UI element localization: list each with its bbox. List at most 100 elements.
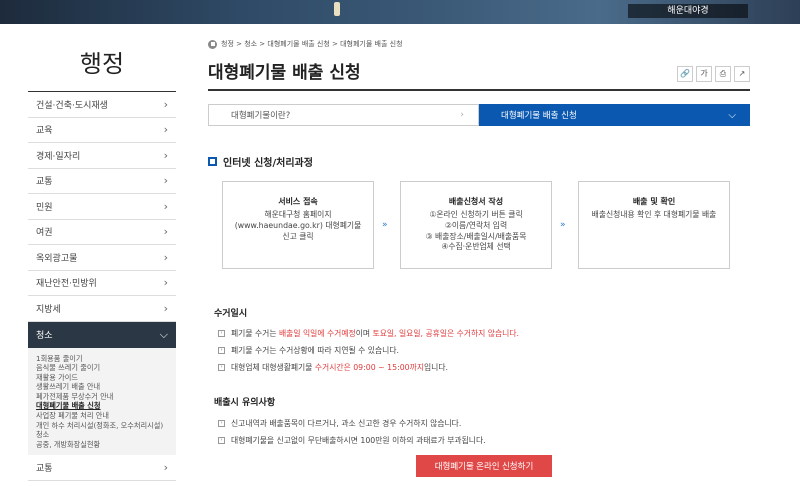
- sidebar-item-economy[interactable]: 경제·일자리 ›: [28, 143, 176, 169]
- sidebar-item-label: 경제·일자리: [36, 151, 81, 162]
- tab-bar: 대형폐기물이란? › 대형폐기물 배출 신청 ⌵: [208, 104, 750, 126]
- tab-label: 대형폐기물이란?: [231, 111, 291, 121]
- page-tools: 🔗 가 ⎙ ↗: [677, 66, 750, 82]
- bullet-icon: ›: [218, 364, 225, 371]
- sidebar-item-label: 건설·건축·도시재생: [36, 100, 108, 111]
- chevron-right-icon: ›: [163, 148, 168, 162]
- note-text-highlight: 토요일, 일요일, 공휴일은 수거하지 않습니다.: [372, 329, 519, 338]
- tab-bulky-waste-apply[interactable]: 대형폐기물 배출 신청 ⌵: [479, 104, 750, 126]
- sidebar-item-label: 교통: [36, 464, 53, 475]
- submenu-item[interactable]: 재활용 가이드: [36, 373, 168, 383]
- sidebar-item-label: 교통: [36, 177, 53, 188]
- step-desc: ①온라인 신청하기 버튼 클릭 ②이름/연락처 입력 ③ 배출장소/배출일시/배…: [425, 210, 527, 252]
- tab-what-is-bulky-waste[interactable]: 대형폐기물이란? ›: [208, 104, 479, 126]
- collection-note-1: › 폐기물 수거는 배출일 익일에 수거예정이며 토요일, 일요일, 공휴일은 …: [218, 328, 519, 339]
- collection-note-3: › 대형업체 대형생활폐기물 수거시간은 09:00 ~ 15:00까지입니다.: [218, 362, 448, 373]
- collection-heading: 수거일시: [214, 309, 248, 319]
- chevron-right-icon: ›: [460, 110, 464, 120]
- sidebar-item-civil[interactable]: 민원 ›: [28, 194, 176, 220]
- chevron-right-icon: ›: [163, 276, 168, 290]
- submenu-item[interactable]: 1회용품 줄이기: [36, 354, 168, 364]
- page-title: 대형폐기물 배출 신청: [208, 63, 361, 83]
- chevron-right-icon: ›: [163, 123, 168, 137]
- step-desc: 배출신청내용 확인 후 대형폐기물 배출: [591, 210, 717, 219]
- bullet-icon: ›: [218, 437, 225, 444]
- chevron-down-icon: ⌵: [159, 327, 168, 341]
- chevron-right-icon: ›: [163, 225, 168, 239]
- note-text: 대형폐기물을 신고없이 무단배출하시면 100만원 이하의 과태료가 부과됩니다…: [231, 436, 486, 445]
- note-text: 폐기물 수거는 수거상황에 따라 지연될 수 있습니다.: [231, 346, 399, 355]
- note-text-part: 입니다.: [424, 363, 448, 372]
- note-text-highlight: 수거시간은 09:00 ~ 15:00까지: [314, 363, 424, 372]
- notes-item-2: › 대형폐기물을 신고없이 무단배출하시면 100만원 이하의 과태료가 부과됩…: [218, 435, 486, 446]
- sidebar-item-outdoor-ads[interactable]: 옥외광고물 ›: [28, 245, 176, 271]
- sidebar: 행정 건설·건축·도시재생 › 교육 › 경제·일자리 › 교통 › 민원 › 여권 › 옥…: [28, 24, 176, 481]
- submenu-item[interactable]: 사업장 폐기물 처리 안내: [36, 411, 168, 421]
- breadcrumb: 청정 > 청소 > 대형폐기물 배출 신청 > 대형폐기물 배출 신청: [208, 39, 403, 49]
- sidebar-item-disaster[interactable]: 재난안전·민방위 ›: [28, 271, 176, 296]
- home-icon[interactable]: [208, 39, 217, 49]
- sidebar-item-label: 여권: [36, 228, 53, 239]
- double-chevron-icon: »: [560, 220, 566, 230]
- collection-note-2: › 폐기물 수거는 수거상황에 따라 지연될 수 있습니다.: [218, 345, 399, 356]
- sidebar-item-label: 교육: [36, 126, 53, 137]
- double-chevron-icon: »: [382, 220, 388, 230]
- note-text-part: 대형업체 대형생활폐기물: [231, 363, 315, 372]
- sidebar-item-traffic[interactable]: 교통 ›: [28, 169, 176, 194]
- square-bullet-icon: [208, 157, 217, 166]
- font-size-icon[interactable]: 가: [696, 66, 712, 82]
- sidebar-item-construction[interactable]: 건설·건축·도시재생 ›: [28, 92, 176, 118]
- title-divider: [208, 89, 750, 91]
- sidebar-title: 행정: [28, 24, 176, 92]
- chevron-right-icon: ›: [163, 97, 168, 111]
- share-icon[interactable]: ↗: [734, 66, 750, 82]
- sidebar-item-next[interactable]: 교통 ›: [28, 455, 176, 481]
- note-text: 대형업체 대형생활폐기물 수거시간은 09:00 ~ 15:00까지입니다.: [231, 362, 448, 373]
- step-title: 배출 및 확인: [632, 197, 676, 206]
- step-desc: 해운대구청 홈페이지 (www.haeundae.go.kr) 대형폐기물 신고…: [234, 210, 362, 241]
- sidebar-item-education[interactable]: 교육 ›: [28, 118, 176, 143]
- submenu-item[interactable]: 개인 하수 처리시설(정화조, 오수처리시설) 청소: [36, 421, 168, 440]
- chevron-right-icon: ›: [163, 250, 168, 264]
- sidebar-item-label: 청소: [36, 331, 53, 341]
- banner-lighthouse: [334, 2, 340, 16]
- note-text: 신고내역과 배출품목이 다르거나, 과소 신고한 경우 수거하지 않습니다.: [231, 419, 462, 428]
- sidebar-item-local-tax[interactable]: 지방세 ›: [28, 296, 176, 322]
- notes-heading: 배출시 유의사항: [214, 398, 276, 408]
- chevron-right-icon: ›: [163, 461, 168, 475]
- breadcrumb-text: 청정 > 청소 > 대형폐기물 배출 신청 > 대형폐기물 배출 신청: [221, 40, 403, 48]
- submenu-item[interactable]: 폐가전제품 무상수거 안내: [36, 392, 168, 402]
- submenu-item[interactable]: 생활쓰레기 배출 안내: [36, 382, 168, 392]
- bullet-icon: ›: [218, 347, 225, 354]
- sidebar-item-label: 지방세: [36, 304, 61, 315]
- chevron-right-icon: ›: [163, 174, 168, 188]
- sidebar-item-cleaning[interactable]: 청소 ⌵: [28, 321, 176, 348]
- tab-label: 대형폐기물 배출 신청: [501, 111, 577, 121]
- print-icon[interactable]: ⎙: [715, 66, 731, 82]
- process-step-3: 배출 및 확인 배출신청내용 확인 후 대형폐기물 배출: [578, 181, 730, 269]
- top-banner: 해운대야경: [0, 0, 800, 24]
- submenu-item[interactable]: 공중, 개방화장실현황: [36, 440, 168, 450]
- section-title-text: 인터넷 신청/처리과정: [223, 158, 313, 169]
- note-text-highlight: 배출일 익일에 수거예정: [279, 329, 356, 338]
- section-title: 인터넷 신청/처리과정: [208, 154, 313, 169]
- sidebar-item-label: 옥외광고물: [36, 253, 78, 264]
- note-text-part: 이며: [355, 329, 373, 338]
- sidebar-item-label: 재난안전·민방위: [36, 279, 97, 290]
- sidebar-submenu: 1회용품 줄이기 음식물 쓰레기 줄이기 재활용 가이드 생활쓰레기 배출 안내…: [28, 347, 176, 456]
- chevron-right-icon: ›: [163, 199, 168, 213]
- banner-caption: 해운대야경: [628, 4, 748, 18]
- submenu-item[interactable]: 음식물 쓰레기 줄이기: [36, 363, 168, 373]
- sidebar-item-passport[interactable]: 여권 ›: [28, 220, 176, 245]
- process-step-2: 배출신청서 작성 ①온라인 신청하기 버튼 클릭 ②이름/연락처 입력 ③ 배출…: [400, 181, 552, 269]
- note-text: 폐기물 수거는 배출일 익일에 수거예정이며 토요일, 일요일, 공휴일은 수거…: [231, 328, 519, 339]
- step-title: 배출신청서 작성: [448, 197, 504, 206]
- process-step-1: 서비스 접속 해운대구청 홈페이지 (www.haeundae.go.kr) 대…: [222, 181, 374, 269]
- submenu-item-current[interactable]: 대형폐기물 배출 신청: [36, 401, 168, 411]
- online-apply-button[interactable]: 대형폐기물 온라인 신청하기: [416, 455, 552, 477]
- notes-item-1: › 신고내역과 배출품목이 다르거나, 과소 신고한 경우 수거하지 않습니다.: [218, 418, 461, 429]
- step-title: 서비스 접속: [278, 197, 318, 206]
- link-icon[interactable]: 🔗: [677, 66, 693, 82]
- chevron-down-icon: ⌵: [728, 109, 736, 121]
- chevron-right-icon: ›: [163, 301, 168, 315]
